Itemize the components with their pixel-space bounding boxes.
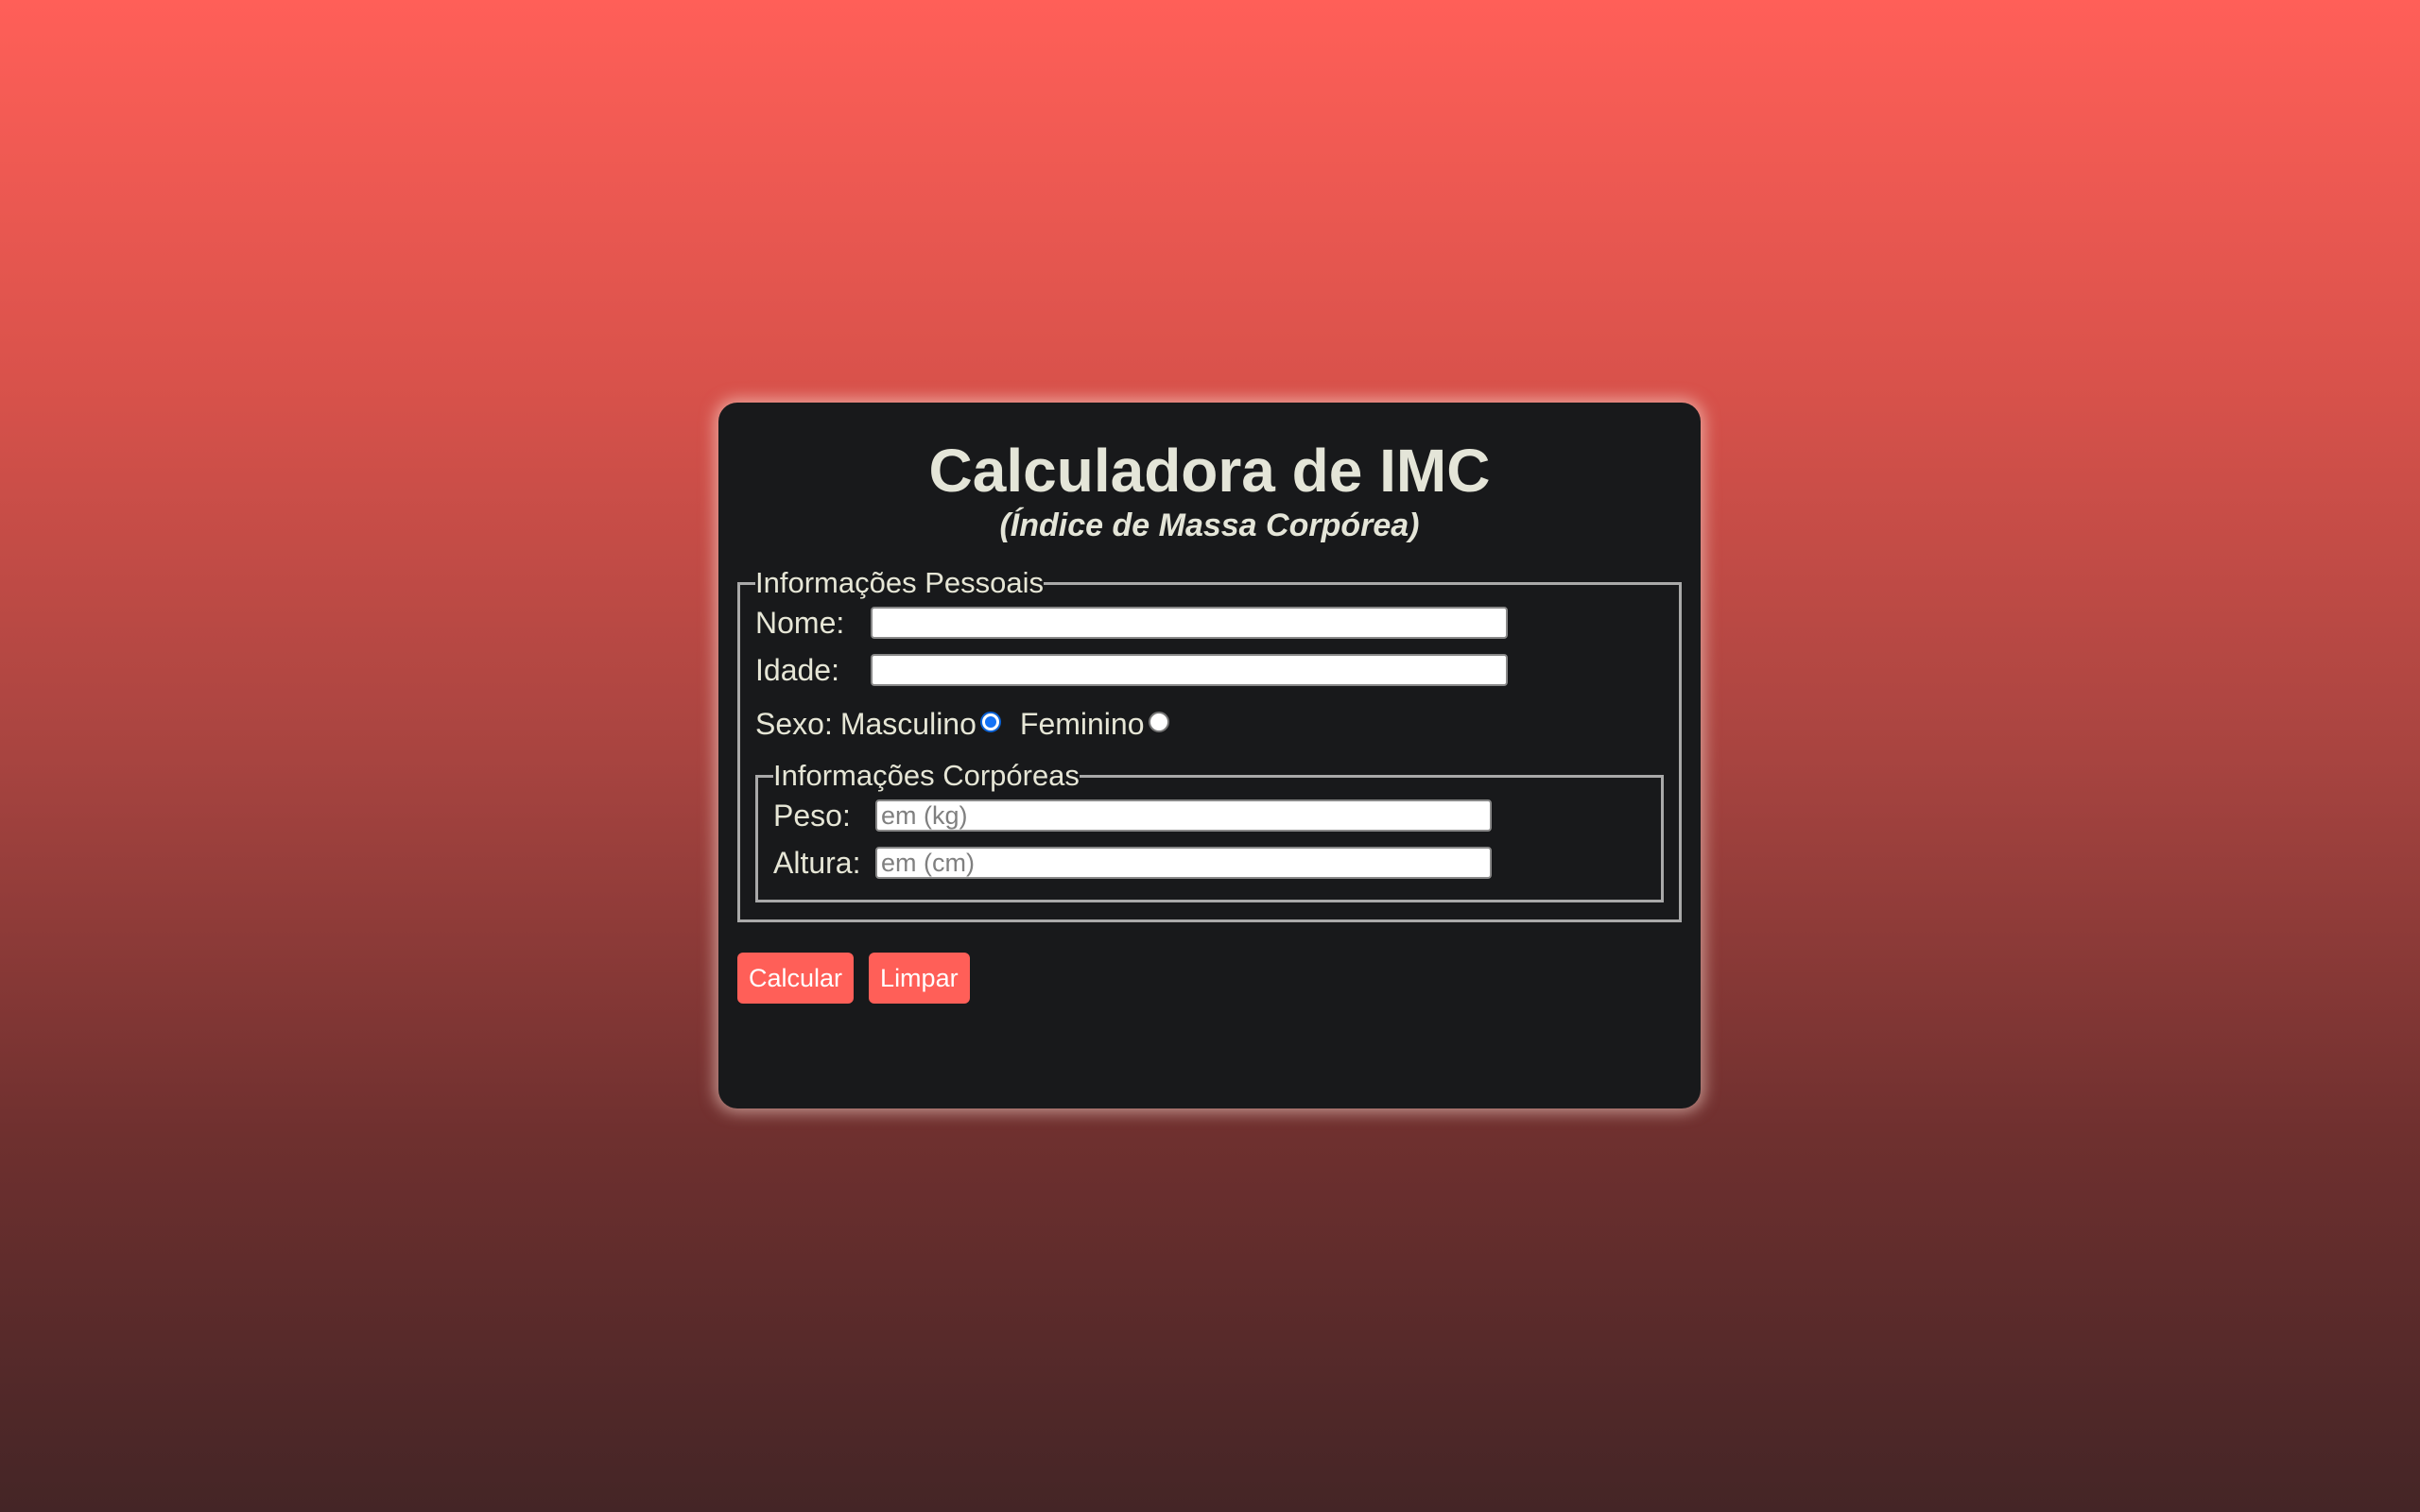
page-subtitle: (Índice de Massa Corpórea) xyxy=(999,507,1420,543)
sex-radio-masculino[interactable] xyxy=(979,712,1001,732)
personal-info-legend: Informações Pessoais xyxy=(755,566,1044,599)
weight-input[interactable] xyxy=(875,799,1492,832)
age-row: Idade: xyxy=(755,646,1664,694)
personal-info-fieldset: Informações Pessoais Nome: Idade: Sexo: … xyxy=(737,567,1682,922)
clear-button[interactable]: Limpar xyxy=(869,953,970,1004)
height-label: Altura: xyxy=(773,845,861,880)
sex-row: Sexo: Masculino Feminino xyxy=(755,699,1664,748)
sex-label: Sexo: xyxy=(755,706,833,741)
weight-label: Peso: xyxy=(773,798,851,833)
age-input[interactable] xyxy=(871,654,1508,686)
age-label: Idade: xyxy=(755,652,839,687)
sex-option-masculino-label: Masculino xyxy=(839,706,977,741)
imc-calculator-card: Calculadora de IMC (Índice de Massa Corp… xyxy=(718,403,1701,1108)
sex-option-feminino-label: Feminino xyxy=(1019,706,1145,741)
height-row: Altura: xyxy=(773,839,1646,886)
name-input[interactable] xyxy=(871,607,1508,639)
calculate-button[interactable]: Calcular xyxy=(737,953,855,1004)
sex-radio-feminino[interactable] xyxy=(1148,712,1169,732)
weight-row: Peso: xyxy=(773,792,1646,839)
action-buttons: Calcular Limpar xyxy=(737,953,1682,1004)
name-label: Nome: xyxy=(755,605,845,640)
height-input[interactable] xyxy=(875,847,1492,879)
name-row: Nome: xyxy=(755,599,1664,646)
body-info-legend: Informações Corpóreas xyxy=(773,759,1080,792)
page-title: Calculadora de IMC xyxy=(928,437,1491,505)
body-info-fieldset: Informações Corpóreas Peso: Altura: xyxy=(755,760,1664,902)
